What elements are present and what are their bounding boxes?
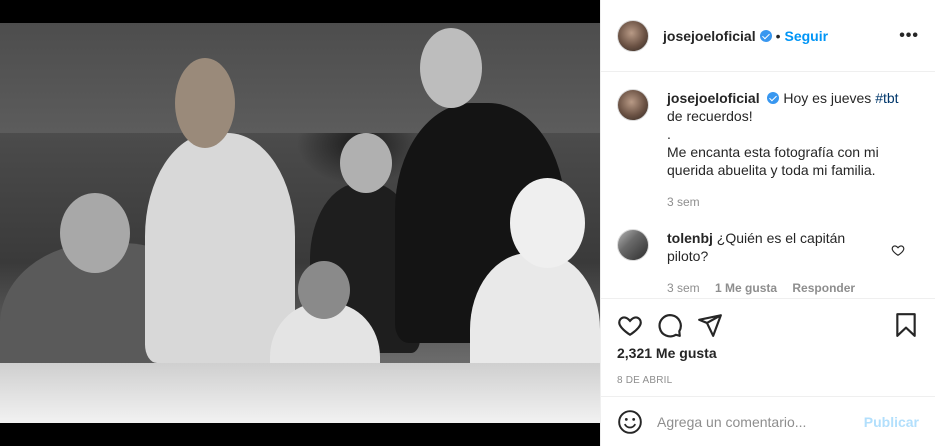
follow-button[interactable]: Seguir [785,28,829,44]
hashtag-link[interactable]: #tbt [875,90,898,106]
photo-figure [60,193,130,273]
post-side-panel: josejoeloficial • Seguir ••• josejoelofi… [600,0,935,446]
caption-text-end: de recuerdos! [667,108,753,124]
post-media[interactable] [0,0,600,446]
reply-button[interactable]: Responder [792,281,855,295]
author-avatar[interactable] [617,19,649,52]
publish-button[interactable]: Publicar [864,414,919,430]
caption-line-dot: . [667,126,671,142]
caption-body: josejoeloficial Hoy es jueves #tbt de re… [667,89,919,211]
caption-text: josejoeloficial Hoy es jueves #tbt de re… [667,89,919,125]
commenter-avatar[interactable] [617,229,649,261]
photo-figure [298,261,350,319]
verified-badge-icon [759,29,772,42]
likes-count[interactable]: 2,321 Me gusta [617,345,919,361]
comment-input[interactable] [657,413,864,430]
action-icons [617,299,919,351]
bookmark-icon[interactable] [893,312,919,338]
comments-section[interactable]: josejoeloficial Hoy es jueves #tbt de re… [601,73,935,298]
header-separator: • [775,27,781,44]
photo-figure [175,58,235,148]
caption-username[interactable]: josejoeloficial [667,90,760,106]
photo-figure [145,133,295,363]
photo-figure [340,133,392,193]
comment-like-heart-icon[interactable] [891,243,905,257]
heart-icon[interactable] [617,312,643,338]
caption-text-start: Hoy es jueves [783,90,872,106]
photo-figure [510,178,585,268]
comment-body: tolenbj ¿Quién es el capitán piloto? 3 s… [667,229,919,297]
comment-likes[interactable]: 1 Me gusta [715,281,777,295]
post-date[interactable]: 8 DE ABRIL [617,375,919,386]
verified-badge-icon [767,92,780,104]
author-username[interactable]: josejoeloficial [663,28,756,44]
comment-meta: 3 sem 1 Me gusta Responder [667,279,885,297]
more-options-icon[interactable]: ••• [899,27,919,45]
post-photo[interactable] [0,23,600,423]
commenter-username[interactable]: tolenbj [667,230,713,246]
caption-avatar[interactable] [617,89,649,121]
comment-icon[interactable] [657,312,683,338]
post-header: josejoeloficial • Seguir ••• [601,0,935,72]
instagram-post: josejoeloficial • Seguir ••• josejoelofi… [0,0,935,446]
add-comment-bar: Publicar [601,396,935,446]
emoji-icon[interactable] [617,409,643,435]
photo-figure [420,28,482,108]
paper-plane-icon[interactable] [697,312,723,338]
post-actions: 2,321 Me gusta 8 DE ABRIL [601,298,935,386]
caption-meta: 3 sem [667,193,919,211]
comment-item: tolenbj ¿Quién es el capitán piloto? 3 s… [617,229,919,297]
caption-age[interactable]: 3 sem [667,195,700,209]
photo-table [0,363,600,423]
caption-line-main: Me encanta esta fotografía con mi querid… [667,144,879,178]
comment-age[interactable]: 3 sem [667,281,700,295]
caption: josejoeloficial Hoy es jueves #tbt de re… [617,89,919,211]
